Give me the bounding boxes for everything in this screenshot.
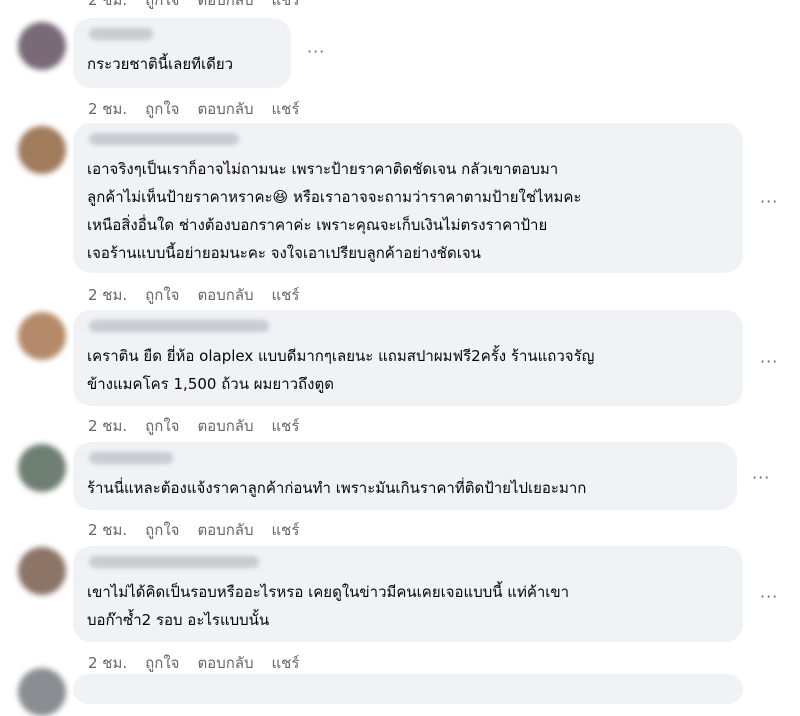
reply-link[interactable]: ตอบกลับ [197, 0, 253, 9]
comment-text: เอาจริงๆเป็นเราก็อาจไม่ถามนะ เพราะป้ายรา… [87, 160, 582, 262]
share-link[interactable]: แชร์ [272, 286, 300, 304]
more-options-icon[interactable]: ··· [752, 468, 770, 487]
comment-time: 2 ชม. [88, 417, 128, 435]
reply-link[interactable]: ตอบกลับ [197, 417, 253, 435]
action-row: 2 ชม. ถูกใจ ตอบกลับ แชร์ [88, 97, 317, 121]
like-link[interactable]: ถูกใจ [145, 521, 179, 539]
comment-text: ร้านนี่แหละต้องแจ้งราคาลูกค้าก่อนทำ เพรา… [87, 479, 587, 497]
action-row: 2 ชม. ถูกใจ ตอบกลับ แชร์ [88, 283, 317, 307]
share-link[interactable]: แชร์ [272, 100, 300, 118]
like-link[interactable]: ถูกใจ [145, 0, 179, 9]
comment-text: เคราติน ยืด ยี่ห้อ olaplex แบบดีมากๆเลยน… [87, 347, 595, 393]
avatar[interactable] [18, 312, 66, 360]
share-link[interactable]: แชร์ [272, 521, 300, 539]
more-options-icon[interactable]: ··· [760, 587, 778, 606]
commenter-name[interactable] [89, 28, 153, 40]
comment-time: 2 ชม. [88, 286, 128, 304]
share-link[interactable]: แชร์ [272, 0, 300, 9]
avatar[interactable] [18, 668, 66, 716]
reply-link[interactable]: ตอบกลับ [197, 286, 253, 304]
action-row: 2 ชม. ถูกใจ ตอบกลับ แชร์ [88, 414, 317, 438]
like-link[interactable]: ถูกใจ [145, 100, 179, 118]
comment-time: 2 ชม. [88, 654, 128, 672]
comment-text: เขาไม่ได้คิดเป็นรอบหรืออะไรหรอ เคยดูในข่… [87, 583, 570, 629]
action-row: 2 ชม. ถูกใจ ตอบกลับ แชร์ [88, 518, 317, 542]
like-link[interactable]: ถูกใจ [145, 417, 179, 435]
commenter-name[interactable] [89, 556, 259, 568]
comment-time: 2 ชม. [88, 0, 128, 9]
share-link[interactable]: แชร์ [272, 417, 300, 435]
comment-bubble: กระวยชาตินี้เลยทีเดียว [73, 18, 291, 88]
more-options-icon[interactable]: ··· [307, 42, 325, 61]
reply-link[interactable]: ตอบกลับ [197, 100, 253, 118]
comment-bubble: เอาจริงๆเป็นเราก็อาจไม่ถามนะ เพราะป้ายรา… [73, 123, 743, 273]
like-link[interactable]: ถูกใจ [145, 654, 179, 672]
comment-time: 2 ชม. [88, 521, 128, 539]
like-link[interactable]: ถูกใจ [145, 286, 179, 304]
comment-bubble: เขาไม่ได้คิดเป็นรอบหรืออะไรหรอ เคยดูในข่… [73, 546, 743, 642]
comment-bubble: เคราติน ยืด ยี่ห้อ olaplex แบบดีมากๆเลยน… [73, 310, 743, 406]
comment-bubble-partial [73, 674, 743, 704]
comment-bubble: ร้านนี่แหละต้องแจ้งราคาลูกค้าก่อนทำ เพรา… [73, 442, 737, 510]
share-link[interactable]: แชร์ [272, 654, 300, 672]
avatar[interactable] [18, 126, 66, 174]
reply-link[interactable]: ตอบกลับ [197, 654, 253, 672]
comment-time: 2 ชม. [88, 100, 128, 118]
commenter-name[interactable] [89, 133, 239, 145]
commenter-name[interactable] [89, 452, 173, 464]
more-options-icon[interactable]: ··· [760, 352, 778, 371]
action-row-partial: 2 ชม. ถูกใจ ตอบกลับ แชร์ [88, 0, 317, 12]
commenter-name[interactable] [89, 320, 269, 332]
comment-text: กระวยชาตินี้เลยทีเดียว [87, 55, 234, 73]
more-options-icon[interactable]: ··· [760, 192, 778, 211]
avatar[interactable] [18, 547, 66, 595]
reply-link[interactable]: ตอบกลับ [197, 521, 253, 539]
avatar[interactable] [18, 444, 66, 492]
avatar[interactable] [18, 22, 66, 70]
action-row: 2 ชม. ถูกใจ ตอบกลับ แชร์ [88, 651, 317, 675]
